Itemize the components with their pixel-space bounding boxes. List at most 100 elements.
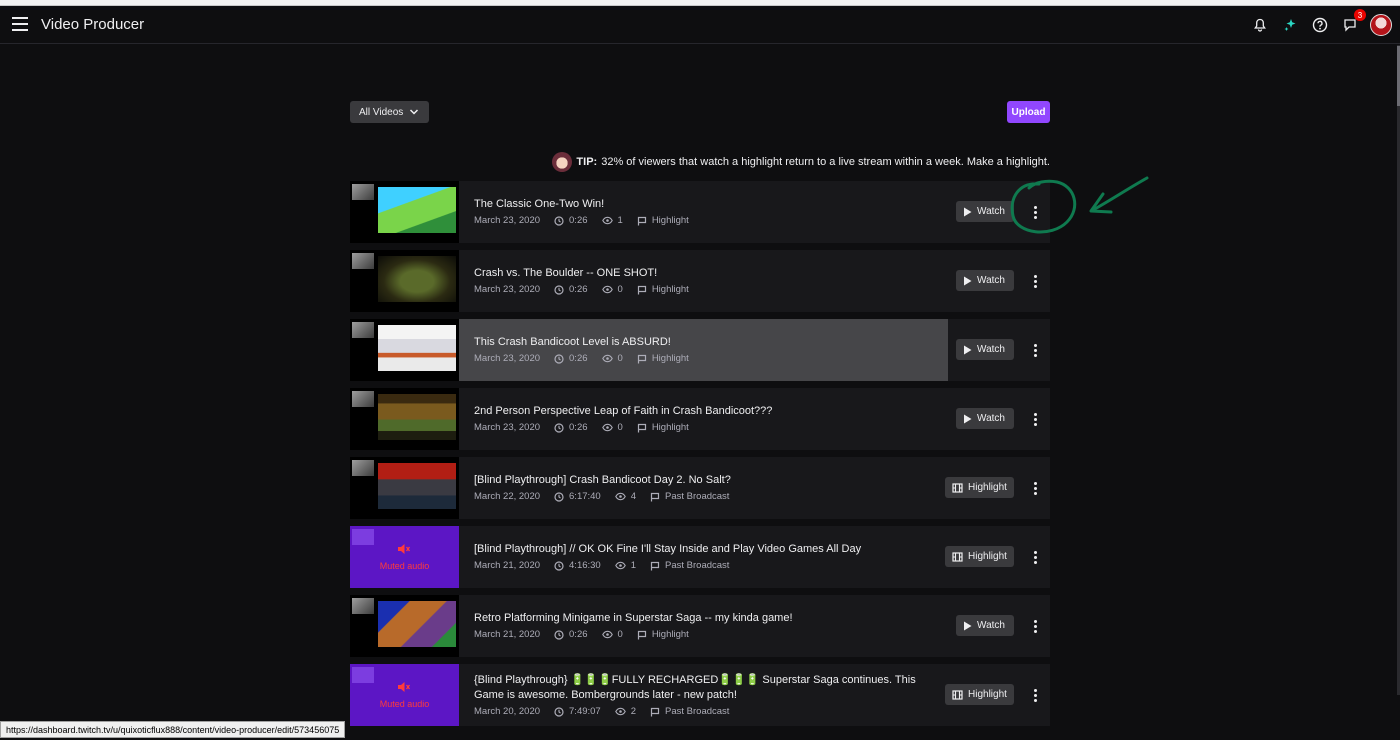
video-row[interactable]: Crash vs. The Boulder -- ONE SHOT! March… bbox=[350, 250, 1050, 312]
more-vertical-icon[interactable] bbox=[1027, 685, 1043, 705]
flag-icon bbox=[637, 285, 646, 294]
watch-button[interactable]: Watch bbox=[956, 408, 1014, 429]
video-thumbnail[interactable] bbox=[350, 250, 459, 312]
more-vertical-icon[interactable] bbox=[1027, 478, 1043, 498]
video-type: Highlight bbox=[651, 353, 689, 364]
video-list: The Classic One-Two Win! March 23, 2020 … bbox=[350, 181, 1050, 733]
eye-icon bbox=[614, 561, 626, 570]
video-type: Highlight bbox=[651, 284, 689, 295]
watch-button[interactable]: Watch bbox=[956, 339, 1014, 360]
video-row[interactable]: The Classic One-Two Win! March 23, 2020 … bbox=[350, 181, 1050, 243]
video-date: March 23, 2020 bbox=[474, 215, 541, 226]
video-title[interactable]: The Classic One-Two Win! bbox=[474, 197, 934, 212]
video-title[interactable]: Crash vs. The Boulder -- ONE SHOT! bbox=[474, 266, 934, 281]
clock-icon bbox=[554, 629, 564, 640]
eye-icon bbox=[601, 285, 613, 294]
avatar[interactable] bbox=[1370, 14, 1392, 36]
video-row-body[interactable]: This Crash Bandicoot Level is ABSURD! Ma… bbox=[459, 319, 948, 381]
more-vertical-icon[interactable] bbox=[1027, 616, 1043, 636]
flag-icon bbox=[650, 561, 660, 570]
highlight-button[interactable]: Highlight bbox=[945, 546, 1014, 567]
video-duration: 0:26 bbox=[569, 215, 588, 226]
more-vertical-icon[interactable] bbox=[1027, 202, 1043, 222]
video-duration: 4:16:30 bbox=[569, 560, 601, 571]
video-row[interactable]: [Blind Playthrough] Crash Bandicoot Day … bbox=[350, 457, 1050, 519]
muted-speaker-icon bbox=[398, 682, 411, 692]
video-thumbnail[interactable] bbox=[350, 181, 459, 243]
watch-button[interactable]: Watch bbox=[956, 615, 1014, 636]
video-title[interactable]: [Blind Playthrough] // OK OK Fine I'll S… bbox=[474, 542, 934, 557]
video-views: 0 bbox=[617, 284, 623, 295]
whispers-icon[interactable]: 3 bbox=[1340, 9, 1366, 35]
video-type: Past Broadcast bbox=[665, 706, 730, 717]
video-row-body[interactable]: {Blind Playthrough} 🔋🔋🔋FULLY RECHARGED🔋🔋… bbox=[459, 664, 948, 726]
video-thumbnail[interactable] bbox=[350, 388, 459, 450]
tip-label: TIP: bbox=[576, 156, 598, 168]
video-type: Highlight bbox=[651, 629, 689, 640]
video-title[interactable]: 2nd Person Perspective Leap of Faith in … bbox=[474, 404, 934, 419]
play-icon bbox=[964, 345, 972, 354]
watch-button[interactable]: Watch bbox=[956, 270, 1014, 291]
video-title[interactable]: [Blind Playthrough] Crash Bandicoot Day … bbox=[474, 473, 934, 488]
help-icon[interactable] bbox=[1310, 15, 1330, 35]
video-row[interactable]: Muted audio [Blind Playthrough] // OK OK… bbox=[350, 526, 1050, 588]
sparkle-icon[interactable] bbox=[1280, 15, 1300, 35]
video-meta: March 22, 2020 6:17:40 4 Past Broadcast bbox=[474, 491, 729, 502]
video-title[interactable]: This Crash Bandicoot Level is ABSURD! bbox=[474, 335, 934, 350]
video-duration: 0:26 bbox=[569, 629, 588, 640]
video-duration: 6:17:40 bbox=[569, 491, 601, 502]
video-row-body[interactable]: [Blind Playthrough] // OK OK Fine I'll S… bbox=[459, 526, 948, 588]
highlight-button[interactable]: Highlight bbox=[945, 684, 1014, 705]
highlight-button[interactable]: Highlight bbox=[945, 477, 1014, 498]
video-row-body[interactable]: Retro Platforming Minigame in Superstar … bbox=[459, 595, 948, 657]
video-row[interactable]: This Crash Bandicoot Level is ABSURD! Ma… bbox=[350, 319, 1050, 381]
video-row-body[interactable]: [Blind Playthrough] Crash Bandicoot Day … bbox=[459, 457, 948, 519]
video-toolbar: All Videos Upload bbox=[350, 101, 1050, 123]
video-duration: 0:26 bbox=[569, 284, 588, 295]
video-row[interactable]: Muted audio {Blind Playthrough} 🔋🔋🔋FULLY… bbox=[350, 664, 1050, 726]
video-date: March 21, 2020 bbox=[474, 560, 541, 571]
video-row[interactable]: Retro Platforming Minigame in Superstar … bbox=[350, 595, 1050, 657]
video-duration: 0:26 bbox=[569, 353, 588, 364]
video-views: 1 bbox=[630, 560, 637, 571]
video-row-body[interactable]: 2nd Person Perspective Leap of Faith in … bbox=[459, 388, 948, 450]
watch-button[interactable]: Watch bbox=[956, 201, 1014, 222]
more-vertical-icon[interactable] bbox=[1027, 340, 1043, 360]
video-thumbnail[interactable]: Muted audio bbox=[350, 526, 459, 588]
video-thumbnail[interactable] bbox=[350, 457, 459, 519]
bell-icon[interactable] bbox=[1250, 15, 1270, 35]
clock-icon bbox=[554, 353, 564, 364]
more-vertical-icon[interactable] bbox=[1027, 409, 1043, 429]
video-thumbnail[interactable]: Muted audio bbox=[350, 664, 459, 726]
watch-button-label: Watch bbox=[977, 413, 1005, 424]
filter-label: All Videos bbox=[359, 106, 404, 118]
video-views: 1 bbox=[617, 215, 623, 226]
filter-dropdown[interactable]: All Videos bbox=[350, 101, 430, 123]
video-row[interactable]: 2nd Person Perspective Leap of Faith in … bbox=[350, 388, 1050, 450]
video-title[interactable]: Retro Platforming Minigame in Superstar … bbox=[474, 611, 934, 626]
video-row-body[interactable]: The Classic One-Two Win! March 23, 2020 … bbox=[459, 181, 948, 243]
flag-icon bbox=[637, 630, 646, 639]
video-views: 0 bbox=[617, 422, 623, 433]
eye-icon bbox=[601, 354, 613, 363]
film-icon bbox=[952, 551, 963, 562]
video-thumbnail[interactable] bbox=[350, 319, 459, 381]
video-thumbnail[interactable] bbox=[350, 595, 459, 657]
hamburger-icon[interactable] bbox=[12, 17, 28, 31]
eye-icon bbox=[601, 423, 613, 432]
flag-icon bbox=[650, 707, 660, 716]
video-row-body[interactable]: Crash vs. The Boulder -- ONE SHOT! March… bbox=[459, 250, 948, 312]
more-vertical-icon[interactable] bbox=[1027, 271, 1043, 291]
tip-banner: TIP: 32% of viewers that watch a highlig… bbox=[552, 152, 1050, 172]
upload-button[interactable]: Upload bbox=[1007, 101, 1050, 123]
watch-button-label: Watch bbox=[977, 620, 1005, 631]
video-views: 2 bbox=[630, 706, 637, 717]
more-vertical-icon[interactable] bbox=[1027, 547, 1043, 567]
highlight-button-label: Highlight bbox=[968, 689, 1007, 700]
video-title[interactable]: {Blind Playthrough} 🔋🔋🔋FULLY RECHARGED🔋🔋… bbox=[474, 673, 934, 703]
muted-audio-label: Muted audio bbox=[379, 561, 430, 571]
video-meta: March 23, 2020 0:26 0 Highlight bbox=[474, 353, 689, 364]
video-type: Highlight bbox=[651, 422, 689, 433]
video-meta: March 23, 2020 0:26 0 Highlight bbox=[474, 284, 689, 295]
muted-audio-label: Muted audio bbox=[379, 699, 430, 709]
